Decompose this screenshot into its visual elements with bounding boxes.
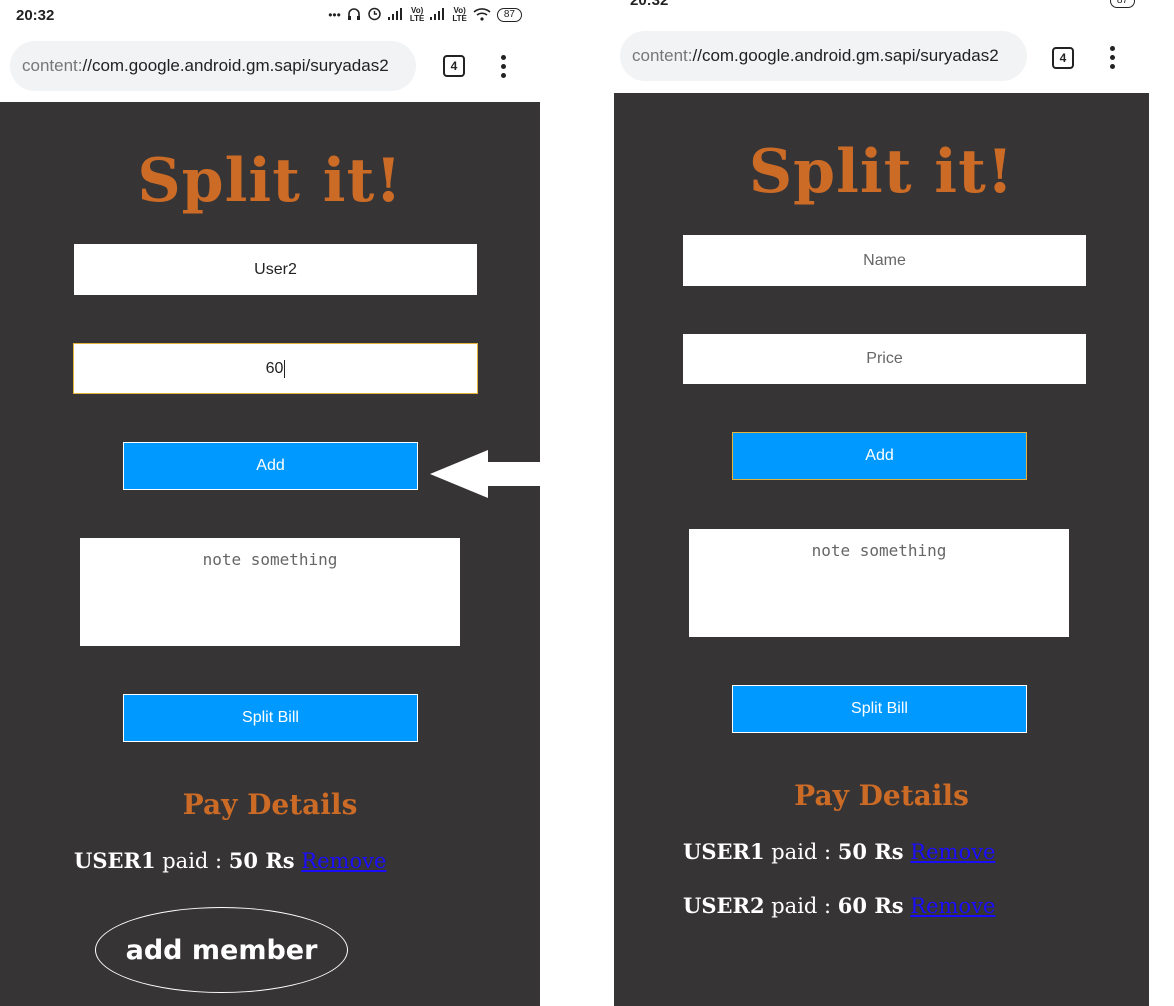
tab-switcher-button[interactable]: 4 [1052, 47, 1074, 69]
add-button[interactable]: Add [732, 432, 1027, 480]
tab-switcher-button[interactable]: 4 [443, 55, 465, 77]
browser-toolbar: content: //com.google.android.gm.sapi/su… [0, 32, 540, 102]
status-time: 20:32 [16, 7, 55, 24]
status-time: 20:32 [630, 0, 669, 9]
url-bar[interactable]: content: //com.google.android.gm.sapi/su… [10, 41, 416, 91]
status-icons: ••• Vo) LTE Vo) LTE 87 [328, 6, 522, 24]
app-title: Split it! [137, 146, 403, 216]
battery-indicator: 87 [1109, 0, 1135, 8]
headphones-icon [347, 7, 361, 24]
remove-link[interactable]: Remove [301, 849, 386, 873]
pay-details-heading: Pay Details [182, 788, 358, 821]
url-text: //com.google.android.gm.sapi/suryadas2 [82, 56, 389, 75]
remove-link[interactable]: Remove [910, 840, 995, 864]
add-member-annotation: add member [95, 907, 348, 993]
split-bill-button[interactable]: Split Bill [123, 694, 418, 742]
signal-icon [430, 7, 446, 23]
payment-amount: 60 Rs [837, 893, 904, 918]
wifi-icon [473, 7, 491, 24]
volte-badge: Vo) LTE [452, 6, 467, 23]
alarm-icon [367, 6, 382, 24]
note-textarea[interactable]: note something [80, 538, 460, 646]
app-title: Split it! [748, 137, 1015, 207]
overflow-menu-icon[interactable] [1110, 46, 1116, 69]
payment-user: USER1 [683, 839, 765, 864]
status-icons: 87 [1109, 0, 1135, 8]
payment-amount: 50 Rs [837, 839, 904, 864]
app-content: Split it! Name Price Add note something … [614, 93, 1149, 1006]
browser-toolbar: content: //com.google.android.gm.sapi/su… [614, 20, 1149, 93]
name-input[interactable]: Name [683, 235, 1086, 286]
url-scheme: content: [22, 56, 83, 75]
more-notifications-icon: ••• [328, 8, 341, 22]
signal-icon [387, 7, 404, 23]
text-caret [284, 359, 286, 378]
url-text: //com.google.android.gm.sapi/suryadas2 [692, 46, 999, 65]
battery-indicator: 87 [496, 8, 522, 22]
add-button[interactable]: Add [123, 442, 418, 490]
payment-row: USER1 paid : 50 Rs Remove [683, 839, 995, 864]
left-phone-screenshot: 20:32 ••• Vo) LTE Vo) LTE 87 content: //… [0, 0, 540, 1006]
payment-row: USER1 paid : 50 Rs Remove [74, 848, 386, 873]
payment-row: USER2 paid : 60 Rs Remove [683, 893, 995, 918]
price-input[interactable]: Price [683, 334, 1086, 384]
price-value: 60 [265, 359, 284, 377]
payment-paid-label: paid : [764, 894, 838, 918]
payment-user: USER2 [683, 893, 765, 918]
app-content: Split it! User2 60 Add note something Sp… [0, 102, 540, 1006]
price-input[interactable]: 60 [73, 343, 478, 394]
payment-paid-label: paid : [764, 840, 838, 864]
status-bar: 20:32 87 [614, 0, 1149, 20]
note-textarea[interactable]: note something [689, 529, 1069, 637]
pay-details-heading: Pay Details [794, 779, 969, 812]
url-scheme: content: [632, 46, 693, 65]
url-bar[interactable]: content: //com.google.android.gm.sapi/su… [620, 31, 1027, 81]
left-arrow-icon [430, 450, 540, 498]
payment-paid-label: paid : [155, 849, 229, 873]
name-input[interactable]: User2 [74, 244, 477, 295]
remove-link[interactable]: Remove [910, 894, 995, 918]
status-bar: 20:32 ••• Vo) LTE Vo) LTE 87 [0, 0, 540, 32]
payment-user: USER1 [74, 848, 156, 873]
overflow-menu-icon[interactable] [501, 55, 507, 78]
volte-badge: Vo) LTE [409, 6, 425, 23]
payment-amount: 50 Rs [228, 848, 295, 873]
split-bill-button[interactable]: Split Bill [732, 685, 1027, 733]
right-phone-screenshot: 20:32 87 content: //com.google.android.g… [614, 0, 1149, 1006]
